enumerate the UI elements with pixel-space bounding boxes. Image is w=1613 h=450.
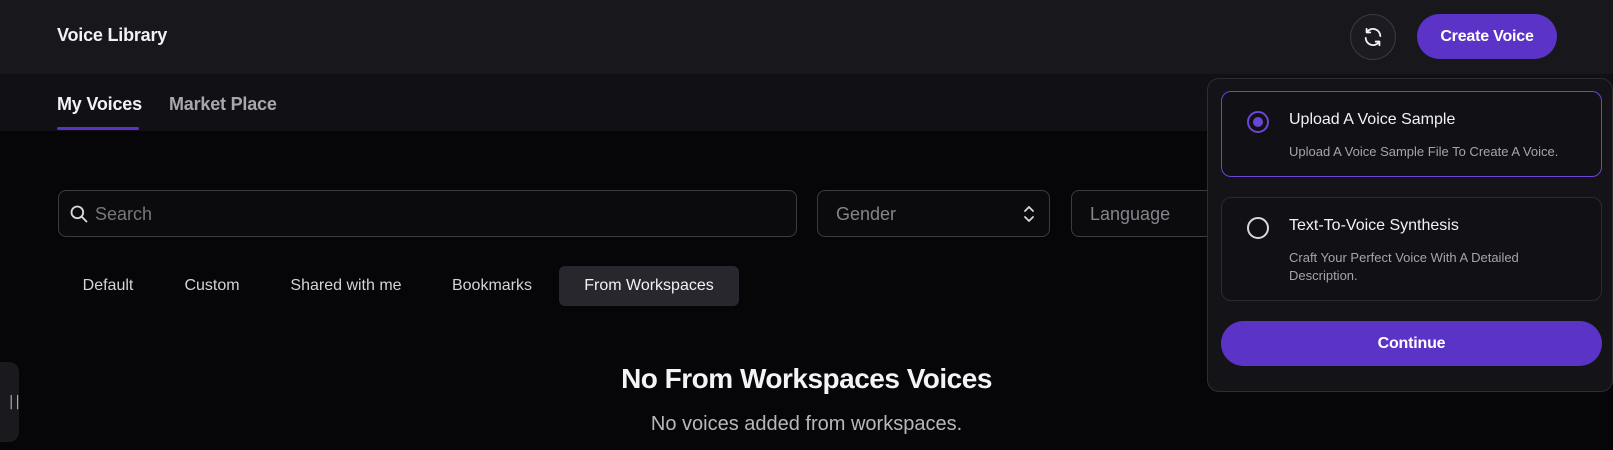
category-from-workspaces[interactable]: From Workspaces [559, 266, 739, 306]
radio-unselected-icon[interactable] [1247, 217, 1269, 239]
gender-select-label: Gender [836, 204, 897, 224]
tab-market-place[interactable]: Market Place [169, 94, 277, 115]
gender-select[interactable]: Gender [817, 190, 1050, 237]
sidebar-toggle-handle[interactable]: || [0, 362, 22, 442]
refresh-icon [1364, 27, 1382, 47]
option-text-to-voice[interactable]: Text-To-Voice Synthesis Craft Your Perfe… [1221, 197, 1602, 301]
category-custom[interactable]: Custom [164, 266, 260, 306]
option-upload-voice-sample[interactable]: Upload A Voice Sample Upload A Voice Sam… [1221, 91, 1602, 177]
search-field[interactable] [58, 190, 797, 238]
empty-state-title-text: No From Workspaces Voices [621, 363, 992, 394]
top-bar: Voice Library Create Voice [0, 0, 1613, 74]
category-default[interactable]: Default [62, 266, 154, 306]
category-bookmarks[interactable]: Bookmarks [432, 266, 552, 306]
option-title: Text-To-Voice Synthesis [1289, 217, 1459, 234]
empty-state-subtitle: No voices added from workspaces. [650, 413, 963, 435]
option-description: Craft Your Perfect Voice With A Detailed… [1289, 250, 1519, 283]
refresh-button[interactable] [1350, 14, 1396, 60]
search-input[interactable] [93, 191, 787, 238]
language-select-label: Language [1090, 204, 1171, 224]
create-voice-button[interactable]: Create Voice [1417, 14, 1557, 59]
create-voice-menu: Upload A Voice Sample Upload A Voice Sam… [1207, 78, 1613, 392]
active-tab-indicator [57, 127, 139, 130]
category-shared-with-me[interactable]: Shared with me [270, 266, 422, 306]
option-description: Upload A Voice Sample File To Create A V… [1289, 144, 1559, 159]
tab-my-voices[interactable]: My Voices [57, 94, 142, 115]
continue-button[interactable]: Continue [1221, 321, 1602, 366]
grip-icon: || [7, 394, 22, 410]
chevron-up-down-icon [1024, 206, 1034, 222]
radio-selected-icon[interactable] [1247, 111, 1269, 133]
option-title: Upload A Voice Sample [1289, 111, 1456, 128]
search-icon [70, 205, 88, 223]
page-title: Voice Library [57, 25, 168, 45]
